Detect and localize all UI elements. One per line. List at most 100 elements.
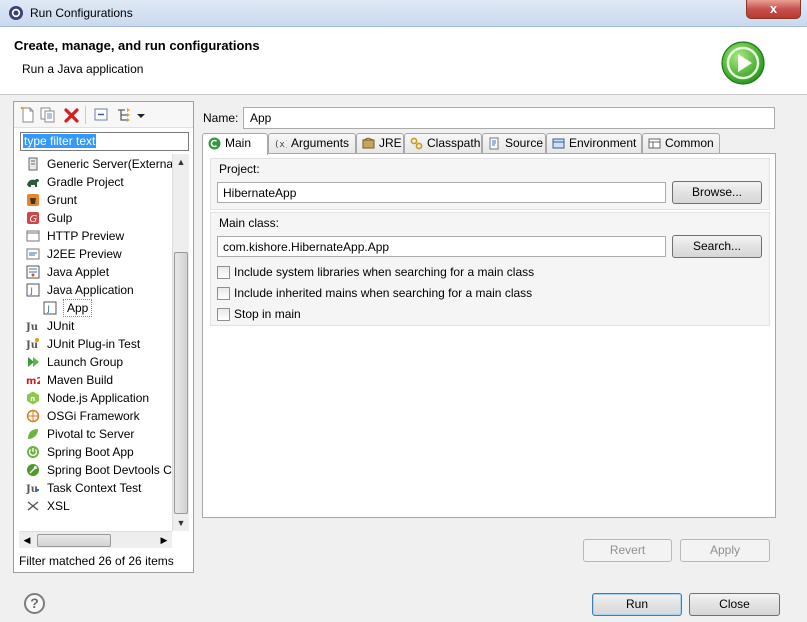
launch-group-icon <box>28 357 39 367</box>
tab-common[interactable]: Common <box>642 133 720 154</box>
tree-item[interactable]: OSGi Framework <box>19 407 175 425</box>
main-class-field[interactable]: com.kishore.HibernateApp.App <box>217 236 666 257</box>
tree-item-label: Pivotal tc Server <box>47 427 135 441</box>
tree-item[interactable]: G Gulp <box>19 209 175 227</box>
checkbox-box[interactable] <box>217 308 230 321</box>
tab-classpath[interactable]: Classpath <box>404 133 482 154</box>
tab-classpath-label: Classpath <box>427 136 481 150</box>
filter-input[interactable]: type filter text <box>20 132 189 151</box>
duplicate-icon[interactable] <box>39 106 57 124</box>
scroll-down-arrow-icon[interactable]: ▼ <box>173 515 189 531</box>
tab-main[interactable]: Main <box>202 133 268 155</box>
new-configuration-icon[interactable] <box>19 106 37 124</box>
browse-button[interactable]: Browse... <box>672 181 762 204</box>
scroll-up-arrow-icon[interactable]: ▲ <box>173 154 189 170</box>
window-title: Run Configurations <box>30 6 133 20</box>
filter-menu-chevron-down-icon[interactable] <box>136 106 146 124</box>
tree-item[interactable]: XSL <box>19 497 175 515</box>
tree-item[interactable]: Ju Task Context Test <box>19 479 175 497</box>
grunt-icon <box>27 194 39 206</box>
revert-button[interactable]: Revert <box>583 539 672 562</box>
tree-item[interactable]: HTTP Preview <box>19 227 175 245</box>
java-application-icon: J <box>26 283 40 297</box>
search-button[interactable]: Search... <box>672 235 762 258</box>
maven-icon: m2 <box>26 376 40 387</box>
eclipse-app-icon <box>9 6 23 20</box>
tree-item[interactable]: Gradle Project <box>19 173 175 191</box>
tree-item[interactable]: Generic Server(External <box>19 155 175 173</box>
vertical-scroll-thumb[interactable] <box>174 252 188 514</box>
tree-item[interactable]: Pivotal tc Server <box>19 425 175 443</box>
tree-item[interactable]: Ju JUnit Plug-in Test <box>19 335 175 353</box>
checkbox-label: Include inherited mains when searching f… <box>234 286 533 300</box>
close-button[interactable]: Close <box>689 593 780 616</box>
scroll-left-arrow-icon[interactable]: ◀ <box>19 532 35 548</box>
horizontal-scroll-thumb[interactable] <box>37 534 111 547</box>
svg-text:n: n <box>30 395 35 403</box>
tree-item[interactable]: Java Applet <box>19 263 175 281</box>
tree-item-label: JUnit <box>47 319 75 333</box>
tree-item[interactable]: Spring Boot Devtools Cl <box>19 461 175 479</box>
tab-environment[interactable]: Environment <box>546 133 642 154</box>
help-icon[interactable]: ? <box>24 593 45 614</box>
tree-horizontal-scrollbar[interactable]: ◀ ▶ <box>19 531 172 548</box>
project-field[interactable]: HibernateApp <box>217 182 666 203</box>
tree-item[interactable]: Spring Boot App <box>19 443 175 461</box>
main-tab-icon <box>208 137 221 150</box>
main-tab-content: Project: HibernateApp Browse... Main cla… <box>202 153 776 518</box>
tree-item[interactable]: Grunt <box>19 191 175 209</box>
filter-input-text: type filter text <box>23 134 97 148</box>
tab-main-label: Main <box>225 136 252 150</box>
main-class-group: Main class: com.kishore.HibernateApp.App… <box>210 212 770 326</box>
source-icon <box>489 137 499 150</box>
tab-environment-label: Environment <box>569 136 637 150</box>
dialog-header: Create, manage, and run configurations R… <box>0 27 807 95</box>
name-field[interactable]: App <box>243 107 775 129</box>
tab-jre[interactable]: JRE <box>356 133 404 154</box>
tree-item[interactable]: Launch Group <box>19 353 175 371</box>
tab-source[interactable]: Source <box>482 133 546 154</box>
checkbox-box[interactable] <box>217 287 230 300</box>
checkbox-label: Include system libraries when searching … <box>234 265 535 279</box>
tree-item-label: Maven Build <box>47 373 114 387</box>
tree-item[interactable]: m2 Maven Build <box>19 371 175 389</box>
apply-button[interactable]: Apply <box>680 539 770 562</box>
nodejs-icon: n <box>27 391 39 405</box>
window-close-button[interactable]: x <box>746 0 801 19</box>
run-button[interactable]: Run <box>592 593 682 616</box>
tree-item-label: Node.js Application <box>47 391 150 405</box>
collapse-all-icon[interactable] <box>93 106 111 124</box>
tree-item-label: Launch Group <box>47 355 124 369</box>
pivotal-icon <box>28 429 38 439</box>
delete-icon[interactable] <box>63 106 81 124</box>
tab-arguments[interactable]: (x) Arguments <box>268 133 356 154</box>
spring-boot-icon <box>27 446 39 458</box>
tree-item[interactable]: n Node.js Application <box>19 389 175 407</box>
tree-vertical-scrollbar[interactable]: ▲ ▼ <box>172 154 189 531</box>
environment-icon <box>552 138 565 149</box>
task-context-icon: Ju <box>26 484 39 495</box>
tree-item-label: J2EE Preview <box>47 247 122 261</box>
spring-devtools-icon <box>27 464 39 476</box>
tree-item[interactable]: J App <box>19 299 175 317</box>
tree-item-label: Task Context Test <box>47 481 142 495</box>
java-app-config-icon: J <box>43 301 57 315</box>
tree-item-label: Grunt <box>47 193 78 207</box>
tree-item-label: Gulp <box>47 211 73 225</box>
xsl-icon <box>27 501 39 511</box>
checkbox-box[interactable] <box>217 266 230 279</box>
svg-text:J: J <box>30 287 33 296</box>
svg-text:m2: m2 <box>26 376 40 387</box>
svg-text:G: G <box>30 214 38 225</box>
tree-item-label: App <box>63 299 93 317</box>
scroll-right-arrow-icon[interactable]: ▶ <box>156 532 172 548</box>
filter-configurations-icon[interactable] <box>116 106 134 124</box>
generic-server-icon <box>28 157 38 171</box>
tree-item-label: XSL <box>47 499 70 513</box>
checkbox-label: Stop in main <box>234 307 301 321</box>
tree-item[interactable]: Ju JUnit <box>19 317 175 335</box>
tree-item[interactable]: J2EE Preview <box>19 245 175 263</box>
project-label: Project: <box>219 162 260 176</box>
tree-item[interactable]: J Java Application <box>19 281 175 299</box>
config-tab-bar: Main (x) Arguments JRE Classpath Source … <box>202 133 776 155</box>
